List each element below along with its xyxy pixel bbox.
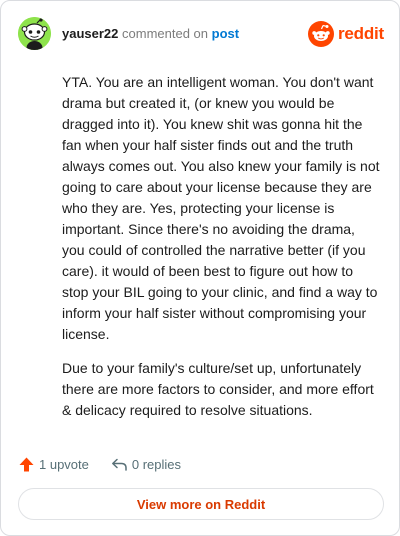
comment-body: YTA. You are an intelligent woman. You d… [62,72,380,434]
snoo-avatar-icon [18,17,51,50]
upvote-count: 1 upvote [39,456,89,472]
reddit-wordmark: reddit [337,24,384,43]
comment-paragraph: YTA. You are an intelligent woman. You d… [62,74,380,342]
username-link[interactable]: yauser22 [62,26,118,41]
upvote-arrow-icon [19,457,34,471]
reddit-brand[interactable]: reddit [307,21,384,47]
reply-arrow-icon [111,458,127,471]
comment-embed-card: yauser22 commented on post reddit YTA. Y… [0,0,400,536]
reddit-logo-icon [307,21,334,47]
comment-header: yauser22 commented on post reddit [18,17,384,51]
user-avatar[interactable] [18,17,51,50]
reply-count: 0 replies [131,456,182,472]
commented-on-text: commented on [122,26,209,41]
upvote-button[interactable]: 1 upvote [18,456,89,473]
comment-meta: yauser22 commented on post [62,26,239,42]
post-link[interactable]: post [212,26,239,41]
view-more-button[interactable]: View more on Reddit [18,488,384,520]
comment-paragraph: Due to your family's culture/set up, unf… [62,360,374,418]
reply-button[interactable]: 0 replies [111,456,181,473]
comment-actions: 1 upvote 0 replies [18,454,181,474]
